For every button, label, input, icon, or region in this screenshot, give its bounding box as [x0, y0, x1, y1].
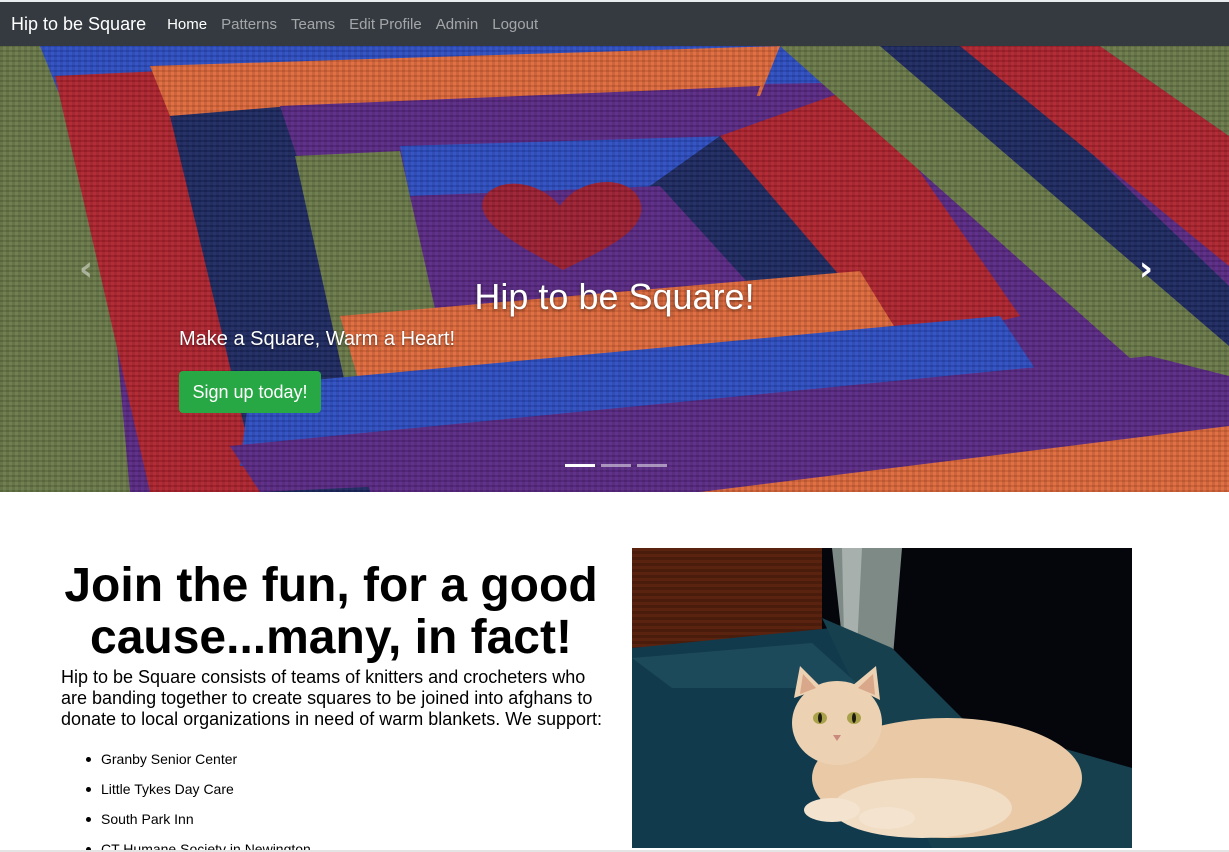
top-navbar: Hip to be Square Home Patterns Teams Edi… [0, 0, 1229, 46]
sign-up-button[interactable]: Sign up today! [179, 371, 321, 413]
nav-link-logout[interactable]: Logout [492, 16, 538, 33]
page-heading: Join the fun, for a good cause...many, i… [64, 559, 598, 664]
carousel-indicator-2[interactable] [601, 464, 631, 467]
nav-link-teams[interactable]: Teams [291, 16, 335, 33]
carousel-caption-subtitle: Make a Square, Warm a Heart! [179, 328, 456, 350]
list-item: Little Tykes Day Care [86, 774, 311, 804]
list-item: Granby Senior Center [86, 744, 311, 774]
carousel-indicators [565, 464, 667, 467]
crochet-blanket-image [0, 46, 1229, 492]
nav-link-admin[interactable]: Admin [436, 16, 479, 33]
nav-link-patterns[interactable]: Patterns [221, 16, 277, 33]
supported-organizations-list: Granby Senior Center Little Tykes Day Ca… [86, 744, 311, 852]
carousel-caption-title: Hip to be Square! [474, 276, 755, 317]
carousel-indicator-3[interactable] [637, 464, 667, 467]
list-item: South Park Inn [86, 804, 311, 834]
cat-illustration [632, 548, 1132, 848]
nav-link-home[interactable]: Home [167, 16, 207, 33]
carousel-indicator-1[interactable] [565, 464, 595, 467]
hero-carousel: ‹ › Hip to be Square! Make a Square, War… [0, 46, 1229, 492]
intro-paragraph: Hip to be Square consists of teams of kn… [61, 667, 602, 729]
nav-link-edit-profile[interactable]: Edit Profile [349, 16, 422, 33]
cat-on-afghan-photo [632, 548, 1132, 848]
navbar-brand[interactable]: Hip to be Square [11, 14, 146, 35]
